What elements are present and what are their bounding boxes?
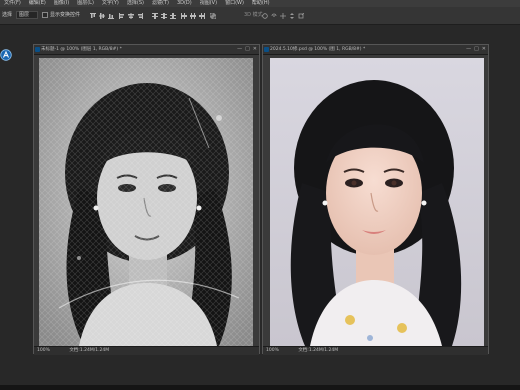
maximize-icon[interactable]: □: [474, 46, 479, 53]
close-icon[interactable]: ✕: [253, 46, 257, 53]
psd-file-icon: [264, 47, 269, 52]
menu-item[interactable]: 图层(L): [73, 0, 98, 7]
align-left-icon[interactable]: [119, 12, 125, 19]
doc-info-right: 文档:1.24M/1.24M: [298, 348, 339, 353]
taskbar: [0, 385, 520, 390]
document-window-right: 2024.5.10修.psd @ 100% (图 1, RGB/8#) * — …: [262, 44, 489, 355]
photoshop-tool-icon[interactable]: [0, 48, 12, 62]
align-right-icon[interactable]: [137, 12, 143, 19]
menu-item[interactable]: 文件(F): [0, 0, 25, 7]
distribute-hcenter-icon[interactable]: [190, 12, 196, 19]
menu-item[interactable]: 帮助(H): [248, 0, 274, 7]
auto-align-icon[interactable]: [210, 12, 216, 19]
layer-combo-value: 图层: [19, 12, 30, 18]
menu-item[interactable]: 编辑(E): [25, 0, 50, 7]
align-bottom-icon[interactable]: [108, 12, 114, 19]
menu-bar: 文件(F) 编辑(E) 图像(I) 图层(L) 文字(Y) 选择(S) 滤镜(T) 3D(D)…: [0, 0, 520, 7]
menu-item[interactable]: 滤镜(T): [148, 0, 173, 7]
roll-3d-icon[interactable]: [271, 12, 277, 19]
rotate-3d-icon[interactable]: [262, 12, 268, 19]
layer-combo[interactable]: 图层: [16, 11, 38, 19]
menu-item[interactable]: 图像(I): [50, 0, 73, 7]
scale-3d-icon[interactable]: [298, 12, 304, 19]
window-controls-left: — □ ✕: [237, 46, 257, 53]
align-vcenter-icon[interactable]: [99, 12, 105, 19]
doc-tab-right[interactable]: 2024.5.10修.psd @ 100% (图 1, RGB/8#) * — …: [263, 45, 488, 55]
document-window-left: 未标题-1 @ 100% (图层 1, RGB/8#) * — □ ✕ 100%…: [33, 44, 260, 355]
distribute-top-icon[interactable]: [152, 12, 158, 19]
minimize-icon[interactable]: —: [466, 46, 471, 53]
canvas-right-restored-photo[interactable]: [270, 58, 484, 346]
options-bar: 选择 图层 显示变换控件 3D 模式: [0, 7, 520, 25]
window-controls-right: — □ ✕: [466, 46, 486, 53]
status-bar-left: 100% 文档:1.24M/1.24M: [34, 346, 259, 355]
menu-item[interactable]: 文字(Y): [98, 0, 123, 7]
menu-item[interactable]: 选择(S): [123, 0, 148, 7]
doc-title-left: 未标题-1 @ 100% (图层 1, RGB/8#) *: [41, 47, 122, 52]
show-transform-label: 显示变换控件: [50, 12, 81, 18]
zoom-level-right: 100%: [266, 348, 279, 353]
menu-item[interactable]: 视图(V): [196, 0, 221, 7]
status-bar-right: 100% 文档:1.24M/1.24M: [263, 346, 488, 355]
restored-photo-image: [270, 58, 484, 346]
align-top-icon[interactable]: [90, 12, 96, 19]
old-photo-image: [39, 58, 253, 346]
doc-title-right: 2024.5.10修.psd @ 100% (图 1, RGB/8#) *: [270, 47, 366, 52]
drag-3d-icon[interactable]: [280, 12, 286, 19]
tool-label: 选择: [2, 12, 13, 18]
menu-item[interactable]: 3D(D): [173, 0, 196, 7]
distribute-bottom-icon[interactable]: [170, 12, 176, 19]
distribute-vcenter-icon[interactable]: [161, 12, 167, 19]
doc-info-left: 文档:1.24M/1.24M: [69, 348, 110, 353]
distribute-right-icon[interactable]: [199, 12, 205, 19]
doc-tab-left[interactable]: 未标题-1 @ 100% (图层 1, RGB/8#) * — □ ✕: [34, 45, 259, 55]
psd-file-icon: [35, 47, 40, 52]
zoom-level-left: 100%: [37, 348, 50, 353]
minimize-icon[interactable]: —: [237, 46, 242, 53]
mode-3d-label: 3D 模式: [244, 12, 263, 18]
distribute-left-icon[interactable]: [181, 12, 187, 19]
slide-3d-icon[interactable]: [289, 12, 295, 19]
align-hcenter-icon[interactable]: [128, 12, 134, 19]
maximize-icon[interactable]: □: [245, 46, 250, 53]
canvas-left-old-photo[interactable]: [39, 58, 253, 346]
show-transform-checkbox[interactable]: [42, 12, 48, 18]
close-icon[interactable]: ✕: [482, 46, 486, 53]
menu-item[interactable]: 窗口(W): [221, 0, 248, 7]
